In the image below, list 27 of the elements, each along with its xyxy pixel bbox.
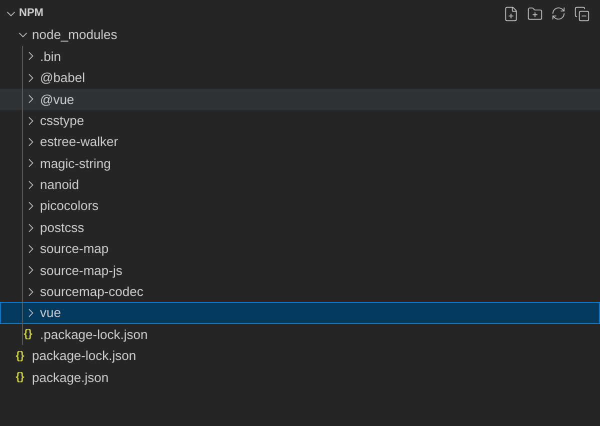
item-label: picocolors — [40, 197, 99, 216]
item-label: source-map-js — [40, 262, 122, 280]
item-label: estree-walker — [40, 133, 118, 152]
json-file-icon: {} — [13, 369, 27, 386]
item-label: postcss — [40, 218, 84, 237]
item-label: csstype — [40, 112, 84, 130]
section-header[interactable]: NPM — [4, 5, 44, 22]
item-label: .package-lock.json — [40, 326, 148, 344]
json-file-icon: {} — [13, 348, 27, 364]
item-label: node_modules — [32, 26, 118, 44]
item-label: nanoid — [40, 176, 80, 194]
item-label: package-lock.json — [32, 347, 136, 366]
item-label: vue — [40, 304, 61, 322]
new-file-icon[interactable] — [503, 6, 519, 22]
refresh-icon[interactable] — [551, 6, 566, 22]
item-label: @vue — [40, 90, 74, 108]
tree-item[interactable]: @vue — [0, 88, 600, 110]
new-folder-icon[interactable] — [527, 6, 543, 22]
item-label: .bin — [40, 48, 61, 66]
item-label: @babel — [40, 69, 86, 88]
item-label: sourcemap-codec — [40, 283, 144, 302]
item-label: source-map — [40, 240, 109, 258]
collapse-all-icon[interactable] — [574, 6, 590, 22]
json-file-icon: {} — [21, 326, 35, 343]
tree-item[interactable]: vue — [0, 302, 600, 324]
item-label: magic-string — [40, 154, 111, 173]
item-label: package.json — [32, 368, 109, 387]
